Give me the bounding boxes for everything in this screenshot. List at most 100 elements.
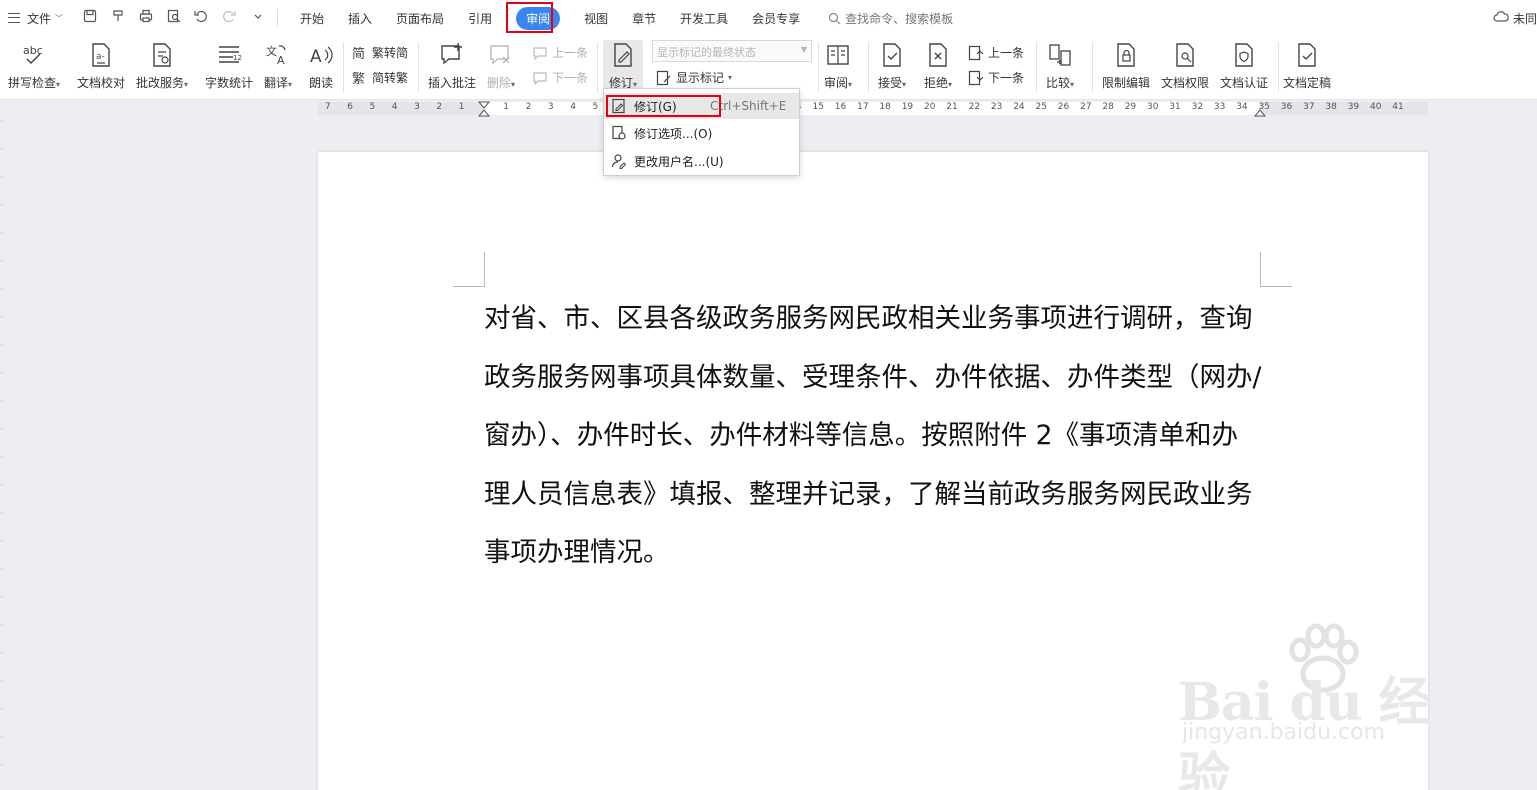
- svg-text:a-: a-: [96, 52, 105, 62]
- divider: [818, 42, 819, 92]
- word-count-button[interactable]: 123 字数统计: [205, 40, 253, 91]
- tab-references[interactable]: 引用: [456, 0, 504, 36]
- trad-to-simp-icon: 简: [352, 46, 365, 61]
- ruler-number: 23: [990, 102, 1003, 112]
- tab-section[interactable]: 章节: [620, 0, 668, 36]
- ruler-number: 3: [414, 102, 420, 112]
- vertical-ruler-mark: ·: [0, 176, 5, 178]
- compare-label: 比较: [1046, 76, 1071, 90]
- read-aloud-icon: A: [308, 40, 334, 70]
- doc-finalize-button[interactable]: 文档定稿: [1283, 40, 1331, 91]
- show-markup-button[interactable]: 显示标记 ▾: [656, 69, 732, 86]
- ruler-number: 1: [458, 102, 465, 112]
- print-preview-icon[interactable]: [165, 9, 183, 27]
- word-count-icon: 123: [216, 40, 242, 70]
- cloud-status-label: 未同: [1512, 12, 1537, 26]
- doc-certify-button[interactable]: 文档认证: [1220, 40, 1268, 91]
- cloud-sync-status[interactable]: 未同: [1493, 10, 1537, 27]
- insert-comment-button[interactable]: 插入批注: [428, 40, 476, 91]
- tab-insert[interactable]: 插入: [336, 0, 384, 36]
- ruler-number: 38: [1325, 102, 1337, 112]
- tab-developer[interactable]: 开发工具: [668, 0, 740, 36]
- vertical-ruler-mark: ·: [0, 484, 5, 486]
- vertical-ruler-mark: ·: [0, 120, 5, 122]
- chevron-down-icon: ▼: [800, 45, 807, 54]
- spellcheck-button[interactable]: abc 拼写检查▾: [8, 40, 60, 91]
- review-service-label: 批改服务: [136, 76, 185, 90]
- file-menu[interactable]: 文件 ﹀: [8, 0, 63, 36]
- doc-permission-button[interactable]: 文档权限: [1161, 40, 1209, 91]
- document-finalize-icon: [1295, 40, 1319, 70]
- ruler-number: 36: [1280, 102, 1293, 112]
- ruler-number: 1: [503, 102, 510, 112]
- next-change-label: 下一条: [988, 71, 1025, 85]
- indent-marker-icon[interactable]: [478, 101, 490, 117]
- vertical-ruler-mark: ·: [0, 568, 5, 570]
- prev-change-label: 上一条: [988, 46, 1025, 60]
- svg-text:123: 123: [233, 54, 242, 62]
- accept-icon: [880, 40, 904, 70]
- track-changes-button[interactable]: 修订▾: [603, 40, 643, 92]
- tab-start[interactable]: 开始: [288, 0, 336, 36]
- ruler-number: 40: [1370, 102, 1382, 112]
- reject-button[interactable]: 拒绝▾: [924, 40, 952, 91]
- vertical-ruler-mark: ·: [0, 344, 5, 346]
- tab-page-layout[interactable]: 页面布局: [384, 0, 456, 36]
- svg-text:文: 文: [266, 44, 277, 58]
- proofread-label: 文档校对: [77, 76, 126, 90]
- next-change-button[interactable]: 下一条: [968, 69, 1024, 86]
- review-service-button[interactable]: 批改服务▾: [136, 40, 188, 91]
- spellcheck-icon: abc: [21, 40, 47, 70]
- compare-icon: [1047, 40, 1073, 70]
- menu-item-track-options[interactable]: 修订选项...(O): [604, 120, 799, 146]
- ruler-number: 21: [946, 102, 958, 112]
- command-search[interactable]: 查找命令、搜索模板: [828, 10, 953, 27]
- word-count-label: 字数统计: [205, 76, 254, 90]
- customize-toolbar-icon[interactable]: [249, 9, 267, 27]
- user-edit-icon: [604, 153, 634, 169]
- prev-change-button[interactable]: 上一条: [968, 44, 1024, 61]
- proofread-button[interactable]: a- 文档校对: [77, 40, 125, 91]
- ruler-number: 16: [834, 102, 847, 112]
- ruler-number: 15: [812, 102, 824, 112]
- divider: [277, 9, 279, 27]
- translate-button[interactable]: 文A 翻译▾: [264, 40, 292, 91]
- print-icon[interactable]: [137, 9, 155, 27]
- redo-icon: [221, 9, 239, 27]
- menu-item-change-username[interactable]: 更改用户名...(U): [604, 148, 799, 174]
- read-aloud-label: 朗读: [308, 76, 333, 90]
- vertical-ruler-mark: ·: [0, 596, 5, 598]
- next-comment-button: 下一条: [532, 69, 588, 86]
- tab-review[interactable]: 审阅: [504, 0, 572, 36]
- restrict-editing-label: 限制编辑: [1102, 76, 1151, 90]
- format-painter-icon[interactable]: [109, 9, 127, 27]
- ruler-number: 41: [1392, 102, 1404, 112]
- next-comment-icon: [533, 71, 547, 85]
- ruler-number: 4: [391, 102, 398, 112]
- save-icon[interactable]: [81, 9, 99, 27]
- compare-button[interactable]: 比较▾: [1046, 40, 1074, 91]
- tab-member[interactable]: 会员专享: [740, 0, 812, 36]
- vertical-ruler-mark: ·: [0, 372, 5, 374]
- review-pane-button[interactable]: 审阅▾: [824, 40, 852, 91]
- document-body-text[interactable]: 对省、市、区县各级政务服务网民政相关业务事项进行调研，查询政务服务网事项具体数量…: [484, 290, 1262, 583]
- vertical-ruler[interactable]: · · · · · · · · · · · · · · · · · · · · · · · ·: [0, 117, 10, 790]
- lock-document-icon: [1114, 40, 1138, 70]
- simp-to-trad-button[interactable]: 繁 简转繁: [352, 69, 408, 86]
- read-aloud-button[interactable]: A 朗读: [308, 40, 334, 91]
- tab-view[interactable]: 视图: [572, 0, 620, 36]
- ruler-number: 7: [324, 102, 331, 112]
- markup-state-select[interactable]: 显示标记的最终状态 ▼: [652, 40, 812, 62]
- accept-button[interactable]: 接受▾: [878, 40, 906, 91]
- ruler-number: 34: [1236, 102, 1248, 112]
- show-markup-label: 显示标记: [676, 71, 725, 85]
- vertical-ruler-mark: ·: [0, 400, 5, 402]
- trad-to-simp-button[interactable]: 简 繁转简: [352, 44, 408, 61]
- right-indent-marker-icon[interactable]: [1254, 107, 1266, 117]
- restrict-editing-button[interactable]: 限制编辑: [1102, 40, 1150, 91]
- undo-icon[interactable]: [193, 9, 211, 27]
- translate-label: 翻译: [264, 76, 289, 90]
- vertical-ruler-mark: ·: [0, 512, 5, 514]
- ruler-number: 2: [525, 102, 532, 112]
- next-change-icon: [968, 70, 984, 85]
